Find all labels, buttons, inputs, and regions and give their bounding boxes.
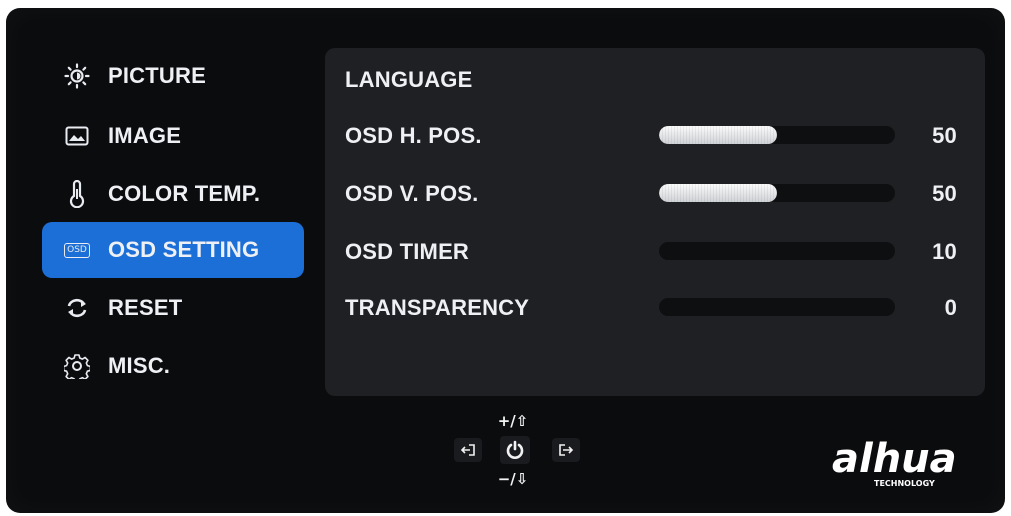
setting-value: 50 [932,123,957,148]
thermometer-icon [62,179,92,209]
setting-row-language[interactable]: LANGUAGE [325,60,985,100]
enter-icon[interactable] [552,438,580,462]
setting-label: OSD V. POS. [345,181,479,206]
slider-track[interactable] [659,298,895,316]
slider-track[interactable] [659,242,895,260]
setting-label: TRANSPARENCY [345,295,530,320]
dahua-logo: alhua TECHNOLOGY [830,428,990,494]
image-icon [62,121,92,151]
osd-icon: OSD [62,235,92,265]
setting-row-osd-h-pos[interactable]: OSD H. POS. 50 [325,116,985,156]
reset-icon [62,293,92,323]
power-icon[interactable] [500,436,530,464]
setting-label: OSD H. POS. [345,123,482,148]
logo-text: alhua [832,436,957,482]
sidebar-item-osd-setting[interactable]: OSD OSD SETTING [42,222,304,278]
setting-row-osd-timer[interactable]: OSD TIMER 10 [325,232,985,272]
down-minus-key[interactable]: −/⇩ [496,468,530,490]
slider-fill [659,184,777,202]
sidebar-item-misc[interactable]: MISC. [42,338,304,394]
sidebar-item-reset[interactable]: RESET [42,280,304,336]
sidebar-item-label: OSD SETTING [108,237,260,262]
sidebar-item-picture[interactable]: PICTURE [42,48,304,104]
slider-track[interactable] [659,126,895,144]
osd-icon-text: OSD [64,242,90,258]
setting-value: 50 [932,181,957,206]
brightness-icon [62,61,92,91]
sidebar-item-label: PICTURE [108,63,206,88]
setting-row-osd-v-pos[interactable]: OSD V. POS. 50 [325,174,985,214]
sidebar-item-label: COLOR TEMP. [108,181,261,206]
gear-icon [62,351,92,381]
setting-label: OSD TIMER [345,239,470,264]
sidebar-item-label: IMAGE [108,123,182,148]
setting-value: 10 [932,239,957,264]
sidebar-item-image[interactable]: IMAGE [42,108,304,164]
sidebar-item-label: MISC. [108,353,171,378]
exit-icon[interactable] [454,438,482,462]
setting-label: LANGUAGE [345,67,473,92]
setting-row-transparency[interactable]: TRANSPARENCY 0 [325,288,985,328]
up-plus-key[interactable]: +/⇧ [496,410,530,432]
logo-tagline: TECHNOLOGY [874,479,935,488]
setting-value: 0 [944,295,957,320]
sidebar-item-label: RESET [108,295,183,320]
sidebar-item-color-temp[interactable]: COLOR TEMP. [42,166,304,222]
settings-panel: LANGUAGE OSD H. POS. 50 OSD V. POS. 50 O… [325,48,985,396]
slider-track[interactable] [659,184,895,202]
slider-fill [659,126,777,144]
